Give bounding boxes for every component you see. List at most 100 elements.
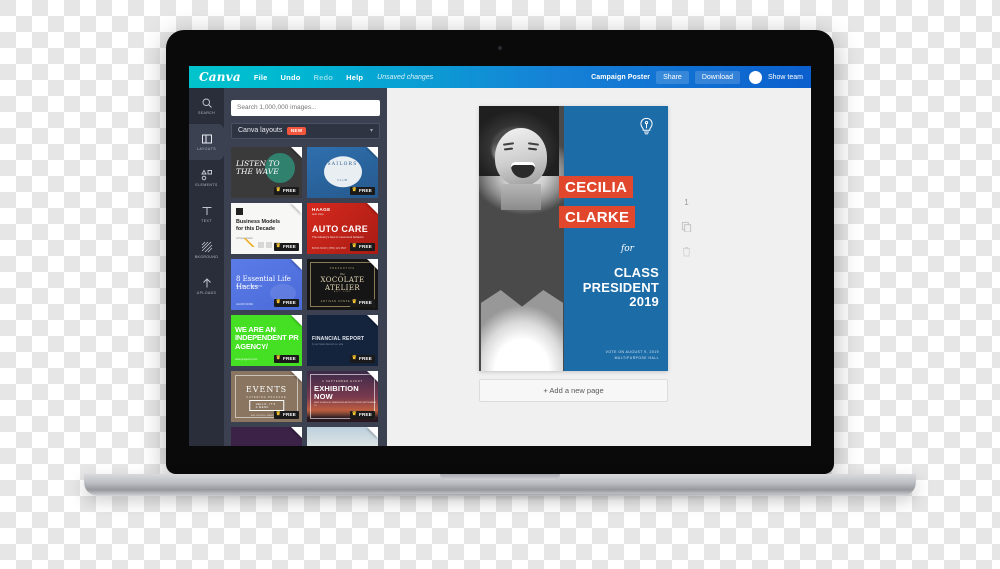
laptop-base-notch [440,474,560,480]
download-button[interactable]: Download [694,70,740,84]
poster-last-name[interactable]: CLARKE [559,206,636,228]
menu-undo[interactable]: Undo [281,73,301,82]
list-item[interactable]: PRESENTING the XOCOLATE ATELIER EST. 196… [307,259,378,310]
thumbnail-footer: LEARN MORE [236,303,254,306]
thumbnail-subtitle: The industry's best in movement behavior [312,235,364,239]
thumbnail-title: LISTEN TO THE WAVE [236,159,280,176]
poster-role-line3: 2019 [629,294,659,310]
poster-first-name[interactable]: CECILIA [559,176,634,198]
search-field-wrap [224,88,387,116]
crown-icon: ♛ [275,355,281,361]
free-badge: ♛ FREE [273,186,299,195]
search-input[interactable] [231,99,380,116]
page-tools: 1 [681,198,692,257]
page-curl-icon [367,427,378,438]
top-bar-actions: Campaign Poster Share Download Show team [591,70,803,84]
layouts-panel: Canva layouts NEW ▾ LISTEN TO THE WAVE ♛… [224,88,387,446]
add-new-page-button[interactable]: + Add a new page [479,379,668,402]
layout-category-dropdown[interactable]: Canva layouts NEW ▾ [231,122,380,139]
free-label: FREE [358,244,372,250]
page-curl-icon [291,147,302,158]
upload-icon [201,277,213,289]
free-badge: ♛ FREE [273,298,299,307]
layout-category-label: Canva layouts [238,127,283,134]
show-team-button[interactable]: Show team [768,74,803,81]
thumbnail-title: 8 Essential Life Hacks [236,275,291,291]
laptop-screen: Canva File Undo Redo Help Unsaved change… [189,66,811,446]
free-label: FREE [358,412,372,418]
duplicate-page-icon[interactable] [681,221,692,232]
free-badge: ♛ FREE [349,186,375,195]
list-item[interactable]: HAAGE auto shop AUTO CARE The industry's… [307,203,378,254]
sidebar-item-text[interactable]: TEXT [189,196,224,232]
design-canvas-area: CECILIA CLARKE for CLASS PRESIDENT 2019 … [387,88,811,446]
menu-file[interactable]: File [254,73,268,82]
canva-logo[interactable]: Canva [199,70,241,84]
poster-footer-line2: MULTIPURPOSE HALL [614,356,659,361]
free-label: FREE [358,356,372,362]
decorative-ring [323,155,362,187]
crown-icon: ♛ [351,299,357,305]
thumbnail-subtitle: by an inside discount co. elite [312,343,344,346]
thumbnail-title: Business Models for this Decade [236,219,281,232]
sidebar-item-search[interactable]: SEARCH [189,88,224,124]
free-label: FREE [282,412,296,418]
sidebar-label-text: TEXT [201,219,212,223]
thumbnail-footer: BOOK NOW | (555) 123 4567 [312,247,347,250]
list-item[interactable]: WE ARE AN INDEPENDENT PR AGENCY/ www.pra… [231,315,302,366]
sidebar-item-background[interactable]: BKGROUND [189,232,224,268]
page-curl-icon [367,259,378,270]
background-icon [201,241,213,253]
page-curl-icon [367,203,378,214]
left-tool-rail: SEARCH LAYOUTS ELEMENTS TEXT BKGROUND UP… [189,88,224,446]
thumbnail-button: HELLO, IT'S A MENU [248,400,285,411]
crown-icon: ♛ [275,243,281,249]
sidebar-item-uploads[interactable]: UPLOADS [189,268,224,304]
sidebar-item-elements[interactable]: ELEMENTS [189,160,224,196]
page-curl-icon [291,259,302,270]
thumbnail-subtitle: BY BEN MASON [236,285,263,288]
delete-page-icon[interactable] [682,246,691,257]
search-icon [201,97,213,109]
page-curl-icon [367,147,378,158]
avatar[interactable] [748,70,762,84]
list-item[interactable]: SAILORS CLUB ♛ FREE [307,147,378,198]
photo-tanktop [481,290,563,371]
menu-redo[interactable]: Redo [314,73,334,82]
list-item[interactable]: EVENTS CATERING PACKAGE HELLO, IT'S A ME… [231,371,302,422]
menu-help[interactable]: Help [346,73,363,82]
share-button[interactable]: Share [656,70,689,84]
sidebar-label-search: SEARCH [197,111,216,115]
document-title[interactable]: Campaign Poster [591,74,650,81]
canva-top-bar: Canva File Undo Redo Help Unsaved change… [189,66,811,88]
free-label: FREE [282,244,296,250]
list-item[interactable]: LISTEN TO THE WAVE ♛ FREE [231,147,302,198]
poster-role-line1: CLASS [613,265,659,280]
page-curl-icon [367,371,378,382]
list-item[interactable] [307,427,378,446]
list-item[interactable]: Business Models for this Decade A Presen… [231,203,302,254]
thumbnail-subtitle: NEW WORKS BY EMERGING ARTISTS OPENS SEPT… [314,402,377,408]
sidebar-label-uploads: UPLOADS [196,291,217,295]
list-item[interactable]: FINANCIAL REPORT by an inside discount c… [307,315,378,366]
list-item[interactable] [231,427,302,446]
laptop-base [84,474,916,496]
thumbnail-title: EVENTS [245,385,288,394]
poster-design[interactable]: CECILIA CLARKE for CLASS PRESIDENT 2019 … [479,106,668,371]
sidebar-item-layouts[interactable]: LAYOUTS [189,124,224,160]
thumbnail-title: SAILORS [327,162,358,167]
crown-icon: ♛ [275,299,281,305]
poster-footer[interactable]: VOTE ON AUGUST 9, 2019 MULTIPURPOSE HALL [571,350,659,362]
free-badge: ♛ FREE [273,242,299,251]
poster-connector[interactable]: for [621,244,634,254]
thumbnail-title: XOCOLATE ATELIER [320,276,365,293]
free-badge: ♛ FREE [349,298,375,307]
list-item[interactable]: A SEPTEMBER EVENT EXHIBITION NOW NEW WOR… [307,371,378,422]
free-label: FREE [282,188,296,194]
list-item[interactable]: 8 Essential Life Hacks BY BEN MASON LEAR… [231,259,302,310]
poster-photo[interactable] [479,106,564,371]
thumbnail-subtitle: CATERING PACKAGE [246,396,287,399]
new-badge: NEW [287,126,306,135]
poster-role[interactable]: CLASS PRESIDENT 2019 [571,265,659,310]
poster-role-line2: PRESIDENT [582,279,659,295]
